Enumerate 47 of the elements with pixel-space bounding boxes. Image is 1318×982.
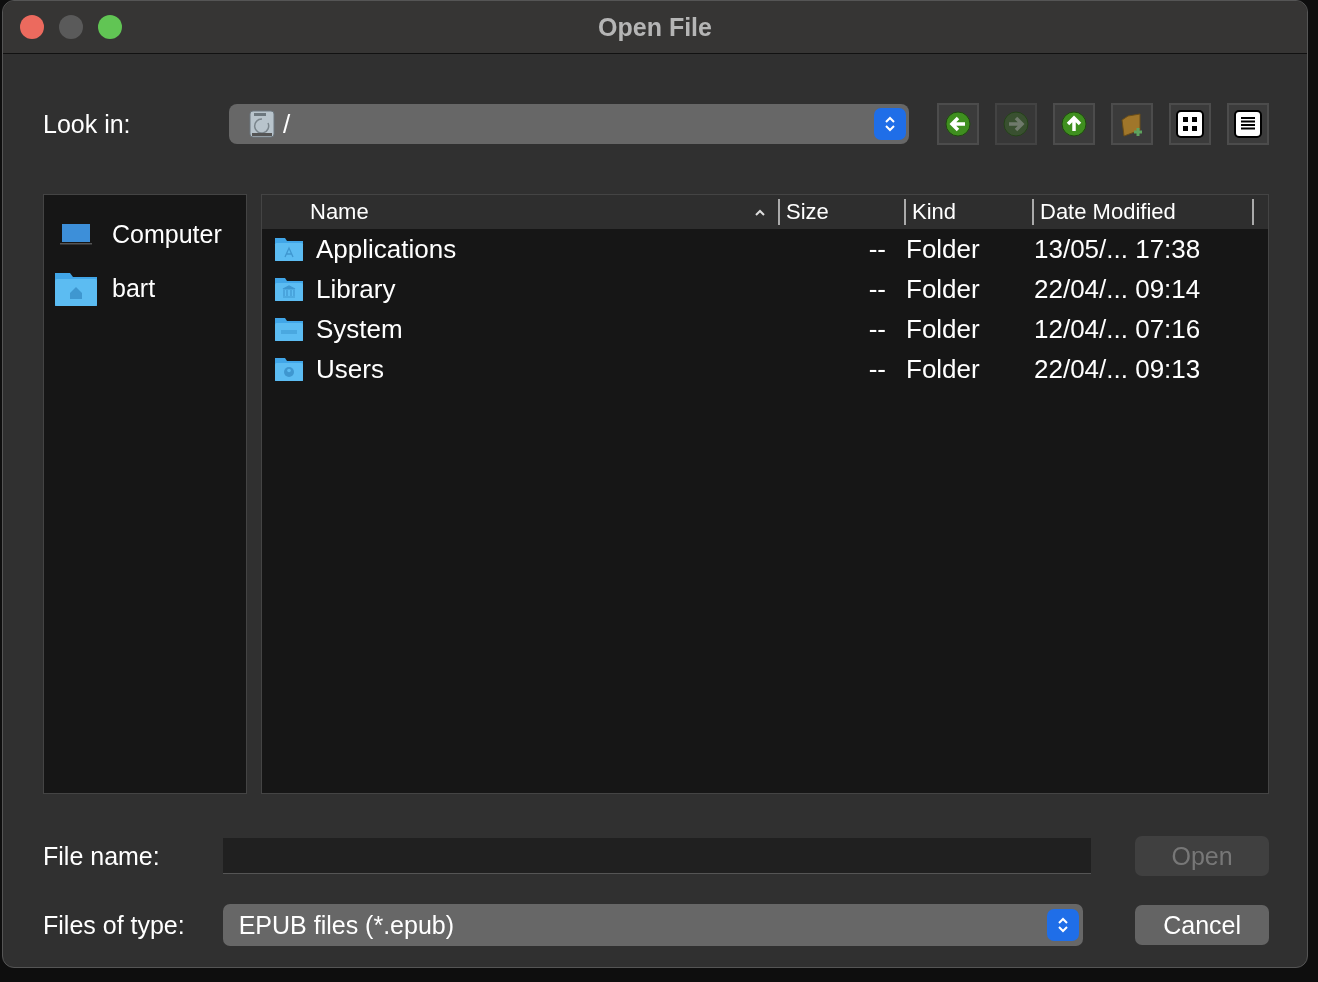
folder-icon	[274, 356, 304, 382]
column-header[interactable]: Size	[780, 199, 906, 225]
file-date: 22/04/... 09:14	[1034, 273, 1201, 304]
column-header[interactable]: Date Modified	[1034, 199, 1254, 225]
file-date: 22/04/... 09:13	[1034, 353, 1201, 384]
up-button[interactable]	[1053, 103, 1095, 145]
file-kind: Folder	[906, 313, 980, 344]
look-in-label: Look in:	[43, 109, 132, 139]
list-icon	[1233, 109, 1263, 139]
folder-icon	[274, 276, 304, 302]
file-size: --	[868, 233, 886, 264]
new-folder-button[interactable]	[1111, 103, 1153, 145]
file-name[interactable]: Library	[316, 273, 396, 305]
file-name-field[interactable]	[222, 838, 1092, 874]
file-name-label: File name:	[43, 841, 161, 871]
file-kind: Folder	[906, 353, 980, 384]
file-size: --	[868, 313, 886, 344]
window-title: Open File	[598, 12, 712, 42]
sidebar-item[interactable]: Computer	[44, 207, 246, 261]
look-in-dropdown[interactable]: /	[229, 104, 909, 144]
back-button[interactable]	[937, 103, 979, 145]
file-name[interactable]: Users	[316, 353, 384, 385]
grid-icon	[1175, 109, 1205, 139]
cancel-button[interactable]: Cancel	[1135, 905, 1269, 945]
files-of-type-label: Files of type:	[43, 910, 186, 940]
hard-drive-icon	[247, 109, 277, 139]
path-text: /	[283, 108, 292, 140]
file-size: --	[868, 273, 886, 304]
file-kind: Folder	[906, 233, 980, 264]
column-header[interactable]: Name	[262, 199, 780, 225]
list-view-button[interactable]	[1227, 103, 1269, 145]
file-kind: Folder	[906, 273, 980, 304]
file-name[interactable]: System	[316, 313, 403, 345]
zoom-button[interactable]	[98, 15, 122, 39]
icon-view-button[interactable]	[1169, 103, 1211, 145]
dropdown-arrows-icon	[874, 108, 906, 140]
file-name[interactable]: Applications	[316, 233, 457, 265]
folder-icon	[274, 316, 304, 342]
file-type-dropdown[interactable]: EPUB files (*.epub)	[222, 904, 1084, 946]
folder-icon	[274, 236, 304, 262]
file-date: 12/04/... 07:16	[1034, 313, 1201, 344]
dropdown-arrows-icon	[1047, 909, 1080, 941]
column-header[interactable]: Kind	[906, 199, 1034, 225]
file-size: --	[868, 353, 886, 384]
sidebar-item[interactable]: bart	[44, 261, 246, 315]
file-date: 13/05/... 17:38	[1034, 233, 1201, 264]
close-button[interactable]	[20, 15, 44, 39]
